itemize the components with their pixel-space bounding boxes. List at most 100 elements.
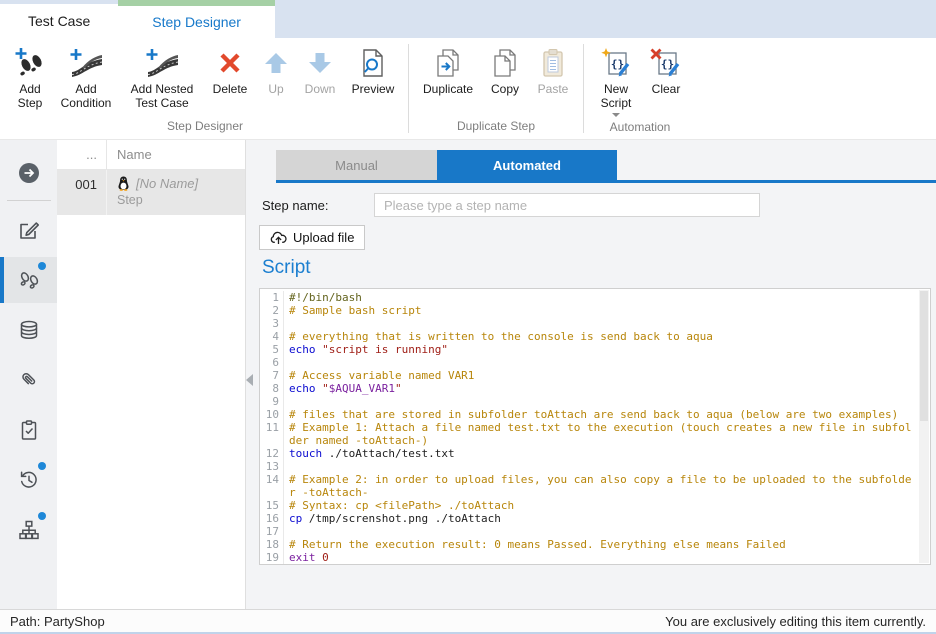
- down-button[interactable]: Down: [300, 44, 340, 116]
- delete-button[interactable]: Delete: [208, 44, 252, 116]
- sidebar: [0, 140, 57, 609]
- code-line: 13: [260, 460, 930, 473]
- line-number: 4: [260, 330, 284, 343]
- step-list-header-index: ...: [57, 140, 107, 169]
- paste-label: Paste: [538, 82, 569, 96]
- down-label: Down: [305, 82, 336, 96]
- code-line: 2# Sample bash script: [260, 304, 930, 317]
- status-path: Path: PartyShop: [10, 614, 105, 629]
- database-icon: [17, 318, 41, 342]
- ribbon-separator: [408, 44, 409, 133]
- tab-test-case-label: Test Case: [28, 13, 90, 29]
- add-nested-test-case-icon: [144, 44, 180, 82]
- steps-badge: [38, 262, 46, 270]
- duplicate-button[interactable]: Duplicate: [419, 44, 477, 116]
- copy-button[interactable]: Copy: [485, 44, 525, 116]
- code-line: 1#!/bin/bash: [260, 291, 930, 304]
- step-list-header: ... Name: [57, 140, 245, 170]
- code-line: 15# Syntax: cp <filePath> ./toAttach: [260, 499, 930, 512]
- code-lines: 1#!/bin/bash2# Sample bash script34# eve…: [260, 289, 930, 564]
- add-nested-test-case-label: Add Nested Test Case: [124, 82, 200, 110]
- upload-cloud-icon: [270, 231, 287, 245]
- step-list-panel: ... Name 001: [57, 140, 246, 609]
- ribbon-group-label-automation: Automation: [586, 117, 694, 140]
- hierarchy-icon: [17, 518, 41, 542]
- step-subtitle: Step: [117, 193, 198, 207]
- add-step-button[interactable]: Add Step: [12, 44, 48, 116]
- up-arrow-icon: [263, 44, 289, 82]
- line-number: [260, 434, 284, 447]
- ribbon-group-step-designer: Add Step Add Condition: [4, 38, 406, 139]
- delete-icon: [217, 44, 243, 82]
- sidebar-item-edit[interactable]: [0, 207, 57, 253]
- sidebar-item-attachments[interactable]: [0, 357, 57, 403]
- code-line: 14# Example 2: in order to upload files,…: [260, 473, 930, 486]
- clear-button[interactable]: {} Clear: [646, 44, 686, 117]
- editor-scrollbar[interactable]: [919, 290, 929, 563]
- code-line: 17: [260, 525, 930, 538]
- tab-test-case[interactable]: Test Case: [0, 4, 118, 38]
- step-name-input[interactable]: [374, 193, 760, 217]
- code-line: 10# files that are stored in subfolder t…: [260, 408, 930, 421]
- tab-step-designer[interactable]: Step Designer: [118, 0, 275, 38]
- line-number: 16: [260, 512, 284, 525]
- history-badge: [38, 462, 46, 470]
- line-number: 1: [260, 291, 284, 304]
- line-number: 15: [260, 499, 284, 512]
- clear-script-icon: {}: [649, 44, 683, 82]
- sidebar-item-database[interactable]: [0, 307, 57, 353]
- sidebar-item-checklist[interactable]: [0, 407, 57, 453]
- edit-icon: [17, 218, 41, 242]
- code-line: 4# everything that is written to the con…: [260, 330, 930, 343]
- new-script-icon: {}: [599, 44, 633, 82]
- step-name-label: Step name:: [262, 198, 374, 213]
- ribbon-group-automation: {} New Script {}: [586, 38, 694, 139]
- upload-file-label: Upload file: [293, 230, 354, 245]
- paste-button[interactable]: Paste: [533, 44, 573, 116]
- new-script-button[interactable]: {} New Script: [594, 44, 638, 117]
- line-number: 12: [260, 447, 284, 460]
- add-nested-test-case-button[interactable]: Add Nested Test Case: [124, 44, 200, 116]
- status-editing-message: You are exclusively editing this item cu…: [665, 614, 926, 629]
- line-number: 10: [260, 408, 284, 421]
- collapse-panel-icon[interactable]: [246, 374, 253, 386]
- preview-icon: [359, 44, 387, 82]
- preview-button[interactable]: Preview: [348, 44, 398, 116]
- script-section-title: Script: [262, 257, 311, 279]
- sidebar-item-navigate[interactable]: [0, 150, 57, 196]
- line-number: 2: [260, 304, 284, 317]
- step-list-row[interactable]: 001 [No Name] St: [57, 170, 245, 215]
- line-number: 19: [260, 551, 284, 564]
- line-number: 13: [260, 460, 284, 473]
- sidebar-item-steps[interactable]: [0, 257, 57, 303]
- step-name-row: Step name:: [262, 193, 760, 217]
- duplicate-label: Duplicate: [423, 82, 473, 96]
- step-index: 001: [57, 170, 107, 215]
- script-editor[interactable]: 1#!/bin/bash2# Sample bash script34# eve…: [259, 288, 931, 565]
- new-script-label: New Script: [594, 82, 638, 110]
- code-line: 19exit 0: [260, 551, 930, 564]
- tab-automated-label: Automated: [493, 158, 561, 173]
- line-number: 18: [260, 538, 284, 551]
- tab-automated[interactable]: Automated: [437, 150, 617, 180]
- up-button[interactable]: Up: [260, 44, 292, 116]
- code-line: 16cp /tmp/screnshot.png ./toAttach: [260, 512, 930, 525]
- clear-label: Clear: [652, 82, 681, 96]
- sidebar-item-hierarchy[interactable]: [0, 507, 57, 553]
- code-line: 6: [260, 356, 930, 369]
- code-line: 18# Return the execution result: 0 means…: [260, 538, 930, 551]
- ribbon: Add Step Add Condition: [0, 38, 936, 140]
- line-number: 14: [260, 473, 284, 486]
- ribbon-group-label-duplicate-step: Duplicate Step: [411, 116, 581, 139]
- sidebar-item-history[interactable]: [0, 457, 57, 503]
- ribbon-separator: [583, 44, 584, 133]
- sidebar-divider: [7, 200, 51, 201]
- app-window: Test Case Step Designer: [0, 0, 936, 634]
- upload-file-button[interactable]: Upload file: [259, 225, 365, 250]
- editor-scrollbar-thumb[interactable]: [920, 291, 928, 421]
- add-condition-button[interactable]: Add Condition: [56, 44, 116, 116]
- tab-manual[interactable]: Manual: [276, 150, 437, 180]
- line-number: 8: [260, 382, 284, 395]
- steps-icon: [17, 268, 41, 292]
- step-name: [No Name]: [136, 176, 198, 191]
